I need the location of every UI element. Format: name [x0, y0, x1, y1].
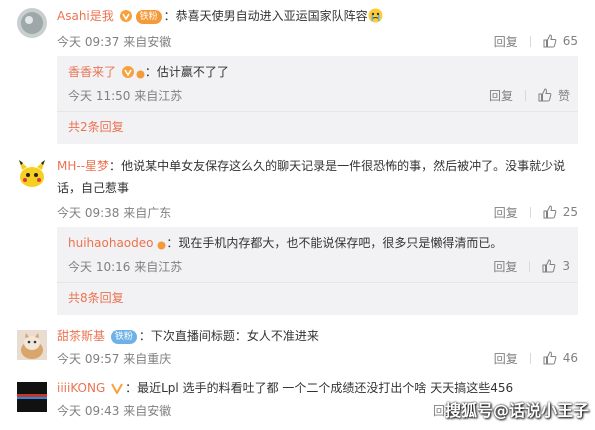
comment-username[interactable]: MH--星梦 — [57, 159, 109, 173]
avatar[interactable] — [17, 158, 47, 188]
reply-username[interactable]: 香香来了 — [68, 65, 116, 79]
like-label: 赞 — [557, 88, 570, 103]
comment-body-continued: 话，自己惹事 — [57, 179, 129, 198]
comment-meta: 今天 09:57 来自重庆 — [57, 352, 172, 366]
reply-body: 香香来了 ：估计赢不了了 — [68, 63, 229, 85]
divider — [529, 260, 531, 272]
reply-meta: 今天 10:16 来自江苏 — [68, 260, 183, 274]
reply-username[interactable]: huihaohaodeo — [68, 236, 154, 250]
reply-box: huihaohaodeo ：现在手机内存都大，也不能说保存吧，很多只是懒得清而已… — [57, 227, 578, 315]
reply-meta: 今天 11:50 来自江苏 — [68, 89, 183, 103]
avatar[interactable] — [17, 330, 47, 360]
like-button[interactable]: 25 — [543, 205, 578, 219]
comment-text: 他说某中单女友保存这么久的聊天记录是一件很恐怖的事，然后被冲了。没事就少说 — [121, 159, 566, 173]
small-badge-icon — [136, 66, 145, 85]
comment-actions: 回复 65 — [494, 32, 578, 50]
reply-text: 估计赢不了了 — [156, 65, 229, 79]
divider — [524, 89, 526, 101]
comment-actions: 回复 25 — [494, 203, 578, 221]
comment-username[interactable]: iiiiKONG — [57, 381, 105, 395]
avatar[interactable] — [17, 382, 47, 412]
comment-body: Asahi是我 铁粉 ：恭喜天使男自动进入亚运国家队阵容 — [57, 7, 383, 29]
level-badge-icon — [121, 65, 134, 84]
reply-button[interactable]: 回复 — [494, 204, 518, 221]
comment-text: 话，自己惹事 — [57, 181, 130, 195]
divider — [529, 352, 531, 364]
comment-body: MH--星梦：他说某中单女友保存这么久的聊天记录是一件很恐怖的事，然后被冲了。没… — [57, 159, 566, 173]
like-button[interactable]: 46 — [543, 351, 578, 365]
thumbs-up-icon — [543, 205, 557, 219]
comment-username[interactable]: Asahi是我 — [57, 9, 114, 23]
divider — [57, 282, 578, 283]
thumbs-up-icon — [543, 34, 557, 48]
fan-badge: 铁粉 — [110, 330, 137, 344]
divider — [529, 206, 531, 218]
thumbs-up-icon — [543, 351, 557, 365]
small-badge-icon — [157, 237, 166, 256]
level-badge-icon — [119, 9, 132, 28]
reply-body: huihaohaodeo ：现在手机内存都大，也不能说保存吧，很多只是懒得清而已… — [68, 234, 502, 256]
reply-button[interactable]: 回复 — [493, 258, 517, 275]
reply-box: 香香来了 ：估计赢不了了 今天 11:50 来自江苏 回复 赞 共2条回复 — [57, 56, 578, 144]
reply-actions: 回复 赞 — [489, 86, 570, 104]
like-button[interactable]: 65 — [543, 34, 578, 48]
divider — [529, 35, 531, 47]
watermark: 搜狐号@话说小王子 — [445, 401, 590, 420]
like-button[interactable]: 赞 — [538, 87, 570, 104]
thumbs-up-icon — [538, 88, 552, 102]
comment-username[interactable]: 甜茶斯基 — [57, 329, 105, 343]
verified-v-icon — [111, 381, 123, 400]
reply-button[interactable]: 回复 — [489, 87, 513, 104]
like-count: 46 — [562, 351, 578, 365]
comment-actions: 回复 46 — [494, 349, 578, 367]
crying-emoji-icon — [368, 8, 383, 29]
reply-text: 现在手机内存都大，也不能说保存吧，很多只是懒得清而已。 — [178, 236, 503, 250]
comment-body: 甜茶斯基 铁粉 ：下次直播间标题：女人不准进来 — [57, 329, 319, 344]
comment-meta: 今天 09:43 来自安徽 — [57, 404, 172, 418]
fan-badge: 铁粉 — [135, 10, 162, 24]
like-count: 3 — [562, 259, 570, 273]
reply-button[interactable]: 回复 — [494, 33, 518, 50]
thumbs-up-icon — [542, 259, 556, 273]
view-more-replies-link[interactable]: 共8条回复 — [68, 289, 124, 306]
comment-text: 最近Lpl 选手的料看吐了都 一个二个成绩还没打出个啥 天天搞这些456 — [137, 381, 514, 395]
comment-text: 下次直播间标题：女人不准进来 — [150, 329, 319, 343]
comment-meta: 今天 09:37 来自安徽 — [57, 35, 172, 49]
like-button[interactable]: 3 — [542, 259, 570, 273]
divider — [57, 111, 578, 112]
reply-button[interactable]: 回复 — [494, 350, 518, 367]
avatar[interactable] — [17, 8, 47, 38]
like-count: 65 — [562, 34, 578, 48]
comment-text: 恭喜天使男自动进入亚运国家队阵容 — [175, 9, 368, 23]
like-count: 25 — [562, 205, 578, 219]
comment-meta: 今天 09:38 来自广东 — [57, 206, 172, 220]
reply-actions: 回复 3 — [493, 257, 570, 275]
view-more-replies-link[interactable]: 共2条回复 — [68, 118, 124, 135]
